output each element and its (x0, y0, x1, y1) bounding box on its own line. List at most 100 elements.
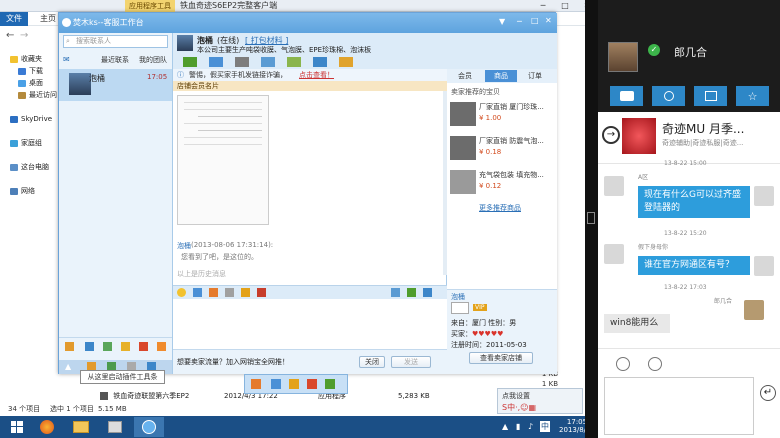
close-button[interactable]: 关闭 (359, 356, 385, 368)
forward-icon[interactable]: → (602, 126, 620, 144)
sidebar-item-this-pc[interactable]: 这台电脑 (10, 162, 49, 173)
tab-orders[interactable]: 订单 (521, 70, 549, 82)
product-item[interactable]: 厂家直销 厦门珍珠... ¥ 1.00 (447, 99, 557, 132)
minimize-icon[interactable]: ─ (532, 0, 554, 12)
chat-bubble[interactable]: 现在有什么G可以过齐盛登陆器的 (638, 186, 750, 218)
screenshot-icon[interactable] (209, 288, 218, 297)
product-item[interactable]: 充气袋包装 填充物... ¥ 0.12 (447, 167, 557, 200)
member-reg-date: 注册时间：2011-05-03 (451, 341, 527, 349)
contact-search-input[interactable]: ⌕ 搜索联系人 (63, 35, 168, 48)
sidebar-item-downloads[interactable]: 下载 (18, 66, 43, 77)
tray-arrow-icon[interactable]: ▲ (502, 422, 508, 431)
emoji-icon[interactable] (616, 357, 630, 371)
sidebar-item-homegroup[interactable]: 家庭组 (10, 138, 42, 149)
sidebar-item-recent[interactable]: 最近访问 (18, 90, 57, 101)
history-icon[interactable] (391, 288, 400, 297)
back-arrow-icon[interactable]: ← (6, 30, 14, 41)
sidebar-item-skydrive[interactable]: SkyDrive (10, 114, 52, 125)
avatar[interactable] (177, 35, 193, 51)
avatar[interactable] (754, 256, 774, 276)
app-icon[interactable] (85, 342, 94, 351)
qq-taskbar-button[interactable] (134, 417, 164, 437)
send-arrow-icon[interactable]: ↵ (760, 385, 776, 401)
forward-arrow-icon[interactable]: → (20, 30, 28, 41)
toolbar-icon[interactable] (235, 57, 249, 67)
ribbon-file-tab[interactable]: 文件 (0, 12, 28, 26)
ribbon-home-tab[interactable]: 主页 (40, 12, 56, 26)
chat-bubble[interactable]: 谁在官方网通区有号？ (638, 256, 750, 275)
promo-text[interactable]: 想要卖家流量？加入网销宝全网推！ (177, 357, 289, 367)
app-icon[interactable] (271, 379, 281, 389)
maximize-icon[interactable]: □ (531, 16, 539, 25)
shared-screenshot-image[interactable] (177, 95, 269, 225)
avatar[interactable] (604, 244, 624, 264)
message-input[interactable] (173, 299, 447, 349)
group-button[interactable] (694, 86, 727, 106)
close-icon[interactable]: ✕ (545, 16, 552, 25)
toolbar-icon[interactable] (313, 57, 327, 67)
product-item[interactable]: 厂家直销 防震气泡... ¥ 0.18 (447, 133, 557, 166)
app-icon[interactable] (251, 379, 261, 389)
tab-my-team[interactable]: 我的团队 (139, 53, 167, 67)
image-icon[interactable] (193, 288, 202, 297)
explorer-taskbar-button[interactable] (66, 417, 96, 437)
media-taskbar-button[interactable] (100, 417, 130, 437)
favorite-button[interactable]: ☆ (736, 86, 769, 106)
contact-list-item[interactable]: 泡桶 17:05 (59, 69, 172, 101)
volume-icon[interactable]: ♪ (528, 422, 533, 431)
split-handle[interactable] (587, 212, 595, 224)
avatar[interactable] (604, 176, 624, 196)
chat-bubble[interactable]: win8能用么 (604, 314, 670, 333)
avatar[interactable] (608, 42, 638, 72)
toolbar-icon[interactable] (183, 57, 197, 67)
toolbar-icon[interactable] (287, 57, 301, 67)
settings-icon[interactable]: ▼ (499, 17, 505, 26)
tab-recent-contacts[interactable]: 最近联系 (101, 53, 129, 67)
minimize-icon[interactable]: ─ (517, 17, 522, 26)
maximize-icon[interactable]: □ (554, 0, 576, 12)
sidebar-item-favorites[interactable]: 收藏夹 (10, 54, 42, 65)
app-icon[interactable] (325, 379, 335, 389)
group-banner[interactable]: → 奇迹MU 月季... 奇迹辅助|奇迹私服|奇迹... (598, 112, 780, 164)
sticker-icon[interactable] (648, 357, 662, 371)
user-icon[interactable] (65, 342, 74, 351)
app-icon[interactable] (289, 379, 299, 389)
sidebar-item-network[interactable]: 网络 (10, 186, 35, 197)
view-shop-button[interactable]: 查看卖家店铺 (469, 352, 533, 364)
tab-icon[interactable]: ✉ (63, 53, 70, 67)
window-icon[interactable] (423, 288, 432, 297)
emoji-icon[interactable] (177, 288, 186, 297)
firefox-taskbar-button[interactable] (32, 417, 62, 437)
start-button[interactable] (2, 417, 32, 437)
toolbar-icon[interactable] (339, 57, 353, 67)
ime-settings-label[interactable]: 点我设置 (502, 391, 530, 401)
send-button[interactable]: 发送 (391, 356, 431, 368)
network-tray-icon[interactable]: ▮ (516, 422, 520, 431)
message-button[interactable] (610, 86, 643, 106)
app-icon[interactable] (307, 379, 317, 389)
avatar[interactable] (754, 186, 774, 206)
app-icon[interactable] (139, 342, 148, 351)
tab-products[interactable]: 商品 (485, 70, 517, 82)
ime-mode-icon[interactable]: S中·,☺▦ (502, 402, 536, 413)
contact-button[interactable] (652, 86, 685, 106)
app-tools-tab[interactable]: 应用程序工具 (125, 0, 175, 12)
game-file-row[interactable]: 铁血奇迹联盟第六季EP2 2012/4/3 17:22 应用程序 5,283 K… (100, 390, 430, 402)
app-icon[interactable] (121, 342, 130, 351)
bell-icon[interactable] (241, 288, 250, 297)
app-icon[interactable] (103, 342, 112, 351)
menu-arrow-icon[interactable]: ▲ (65, 362, 71, 371)
toolbar-icon[interactable] (209, 57, 223, 67)
more-products-link[interactable]: 更多推荐商品 (479, 203, 521, 213)
heart-icon[interactable] (257, 288, 266, 297)
notice-link[interactable]: 点击查看！ (299, 69, 334, 81)
ime-indicator[interactable]: 中 (540, 421, 550, 432)
sidebar-item-desktop[interactable]: 桌面 (18, 78, 43, 89)
tab-member[interactable]: 会员 (449, 70, 481, 82)
transfer-icon[interactable] (407, 288, 416, 297)
font-icon[interactable] (225, 288, 234, 297)
avatar[interactable] (744, 300, 764, 320)
app-icon[interactable] (157, 342, 166, 351)
toolbar-icon[interactable] (261, 57, 275, 67)
chat-input-field[interactable] (604, 377, 754, 435)
